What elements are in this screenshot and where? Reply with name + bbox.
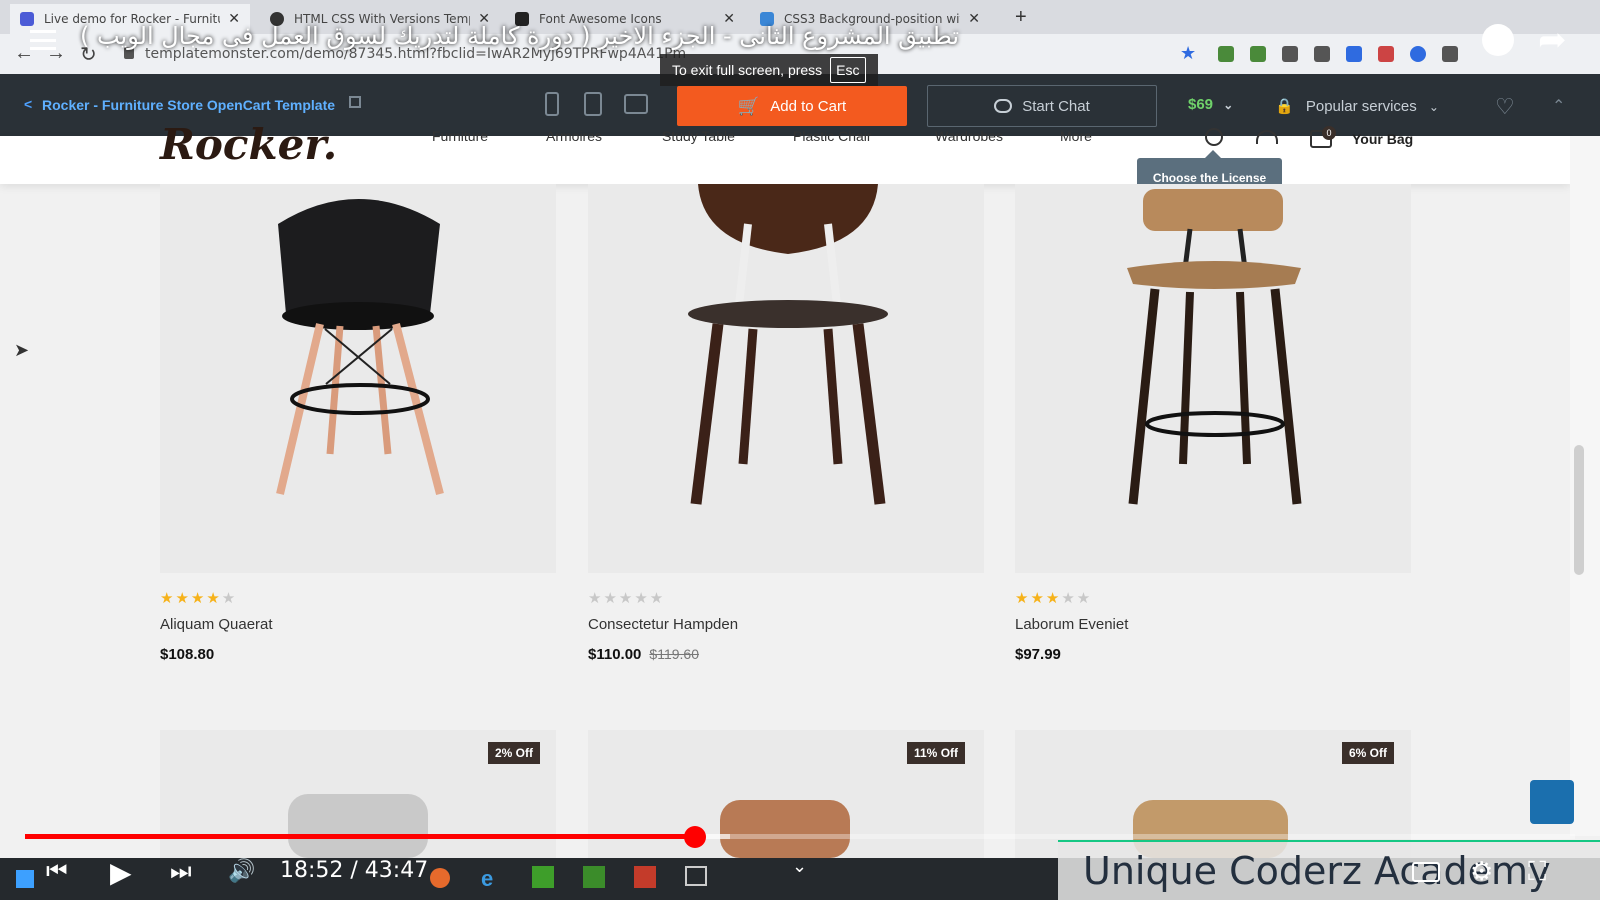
product-price-group: $110.00 $119.60	[588, 646, 699, 663]
next-icon[interactable]: ⏭	[170, 858, 192, 886]
search-icon[interactable]	[1205, 128, 1223, 146]
nav-wardrobes[interactable]: Wardrobes	[935, 128, 1003, 144]
esc-key: Esc	[830, 57, 866, 83]
product-name[interactable]: Laborum Eveniet	[1015, 616, 1128, 633]
app-c2-icon[interactable]	[634, 866, 656, 888]
chevron-down-icon[interactable]: ⌄	[792, 856, 807, 877]
edge-icon[interactable]: e	[481, 866, 493, 892]
play-icon[interactable]: ▶	[110, 856, 132, 889]
previous-icon[interactable]: ⏮	[46, 858, 68, 886]
fullscreen-exit-message: To exit full screen, press Esc	[660, 54, 878, 86]
popular-services-label: Popular services	[1305, 98, 1417, 115]
discount-badge: 11% Off	[907, 742, 966, 764]
grid-icon[interactable]	[1442, 46, 1458, 62]
nav-furniture[interactable]: Furniture	[432, 128, 488, 144]
extension-icon[interactable]	[1378, 46, 1394, 62]
bag-icon[interactable]: 0	[1310, 126, 1336, 148]
template-title-link[interactable]: Rocker - Furniture Store OpenCart Templa…	[42, 97, 335, 113]
external-link-icon[interactable]	[349, 96, 361, 108]
channel-logo-icon[interactable]	[1530, 780, 1574, 824]
progress-scrubber[interactable]	[683, 826, 706, 848]
camera-icon[interactable]	[1314, 46, 1330, 62]
discount-badge: 6% Off	[1342, 742, 1395, 764]
video-title: تطبيق المشروع الثانى - الجزء الاخير ( دو…	[80, 22, 960, 50]
popular-services-dropdown[interactable]: 🔒 Popular services ⌄	[1275, 97, 1439, 115]
lock-icon: 🔒	[1275, 98, 1294, 115]
mouse-cursor-icon: ➤	[14, 340, 30, 360]
download-icon[interactable]	[1346, 46, 1362, 62]
app-c-icon[interactable]	[583, 866, 605, 888]
captions-icon[interactable]	[1412, 862, 1440, 882]
price-selector[interactable]: $69 ⌄	[1188, 96, 1233, 113]
cart-icon: 🛒	[737, 95, 761, 116]
rating-stars: ★★★★★	[588, 590, 666, 607]
fullscreen-message-text: To exit full screen, press	[672, 62, 823, 78]
chevron-down-icon: ⌄	[1223, 98, 1234, 112]
site-logo[interactable]: Rocker.	[160, 120, 337, 169]
extension-icon[interactable]	[1250, 46, 1266, 62]
clock-icon[interactable]	[1482, 24, 1514, 56]
add-to-cart-button[interactable]: 🛒 Add to Cart	[677, 86, 907, 126]
desktop-view-icon[interactable]	[624, 94, 648, 114]
product-image-3[interactable]	[1015, 184, 1411, 573]
heart-icon[interactable]: ♡	[1495, 94, 1515, 120]
nav-armoires[interactable]: Armoires	[546, 128, 602, 144]
mobile-view-icon[interactable]	[545, 92, 559, 116]
windows-start-icon[interactable]	[16, 870, 34, 888]
bag-count-badge: 0	[1322, 126, 1336, 140]
product-name[interactable]: Aliquam Quaerat	[160, 616, 273, 633]
bookmark-star-icon[interactable]: ★	[1180, 43, 1196, 64]
settings-gear-icon[interactable]: ⚙	[1470, 856, 1493, 887]
nav-study-table[interactable]: Study Table	[662, 128, 735, 144]
channel-watermark: Unique Coderz Academy	[1058, 840, 1600, 900]
tab-favicon-icon	[20, 12, 34, 26]
tall-wood-stool-image	[1127, 189, 1302, 505]
product-image-1[interactable]	[160, 184, 556, 573]
extension-icon[interactable]	[1410, 46, 1426, 62]
rating-stars: ★★★★★	[1015, 590, 1093, 607]
chevron-up-icon[interactable]: ⌃	[1552, 96, 1565, 116]
start-chat-button[interactable]: Start Chat	[927, 85, 1157, 127]
start-chat-label: Start Chat	[1022, 97, 1090, 115]
progress-played	[25, 834, 695, 839]
chevron-left-icon[interactable]: <	[24, 96, 32, 112]
product-image-2[interactable]	[588, 184, 984, 573]
tablet-view-icon[interactable]	[584, 92, 602, 116]
image-viewer-icon[interactable]	[685, 866, 707, 886]
product-price: $97.99	[1015, 646, 1061, 663]
chat-bubble-icon	[994, 99, 1013, 113]
exit-fullscreen-icon[interactable]: ⛶	[1528, 856, 1546, 888]
tooltip-arrow	[1205, 150, 1221, 158]
app-u-icon[interactable]	[532, 866, 554, 888]
scrollbar-thumb[interactable]	[1574, 445, 1584, 575]
video-time: 18:52 / 43:47	[280, 858, 429, 883]
nav-more[interactable]: More	[1060, 128, 1092, 144]
extension-icon[interactable]	[1218, 46, 1234, 62]
discount-badge: 2% Off	[488, 742, 541, 764]
volume-icon[interactable]: 🔊	[228, 858, 255, 884]
new-tab-icon[interactable]: +	[1015, 6, 1027, 29]
add-to-cart-label: Add to Cart	[770, 97, 847, 115]
rating-stars: ★★★★★	[160, 590, 238, 607]
eyedropper-icon[interactable]	[1282, 46, 1298, 62]
menu-icon[interactable]	[30, 30, 56, 50]
wood-chair-image	[688, 184, 888, 505]
product-price: $110.00	[588, 646, 642, 663]
black-bar-stool-image	[276, 199, 444, 496]
firefox-icon[interactable]	[430, 868, 450, 888]
nav-plastic-chair[interactable]: Plastic Chair	[793, 128, 872, 144]
product-price: $108.80	[160, 646, 215, 663]
share-icon[interactable]: ➦	[1538, 20, 1567, 60]
product-old-price: $119.60	[649, 646, 699, 662]
product-name[interactable]: Consectetur Hampden	[588, 616, 738, 633]
chevron-down-icon: ⌄	[1428, 100, 1439, 114]
bag-label[interactable]: Your Bag	[1352, 131, 1413, 147]
close-icon[interactable]: ✕	[968, 11, 980, 27]
price-value: $69	[1188, 96, 1214, 113]
